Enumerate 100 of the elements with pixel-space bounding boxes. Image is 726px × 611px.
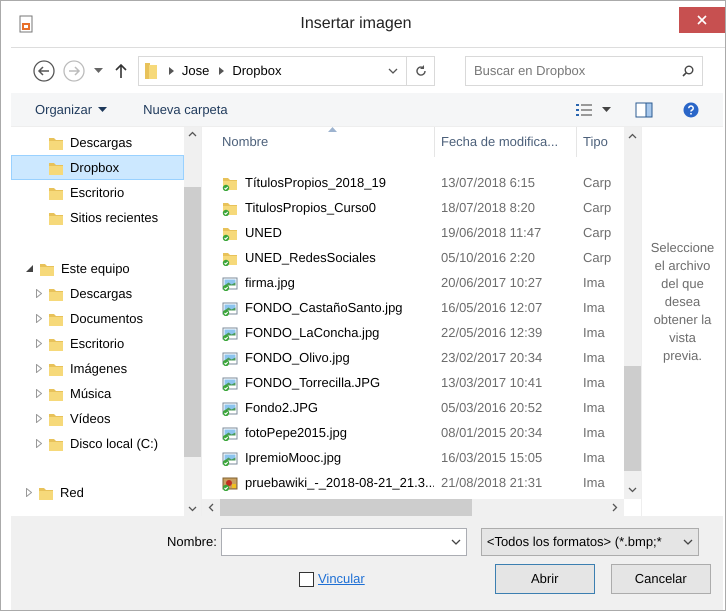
file-name: firma.jpg — [245, 274, 295, 292]
file-date: 18/07/2018 8:20 — [441, 198, 535, 217]
file-date: 19/06/2018 11:47 — [441, 224, 542, 242]
file-type: Ima — [583, 424, 605, 442]
file-type: Ima — [583, 274, 605, 292]
sidebar-item[interactable]: Red — [11, 480, 184, 505]
link-checkbox[interactable] — [299, 572, 314, 586]
chevron-down-icon — [388, 68, 398, 74]
file-name: UNED — [245, 224, 282, 242]
app-icon — [19, 15, 33, 33]
breadcrumb-item[interactable]: Jose — [182, 60, 210, 80]
sidebar-label: Escritorio — [70, 184, 124, 202]
close-icon — [697, 15, 707, 25]
scroll-down-icon — [628, 487, 637, 493]
file-name-field[interactable] — [220, 528, 467, 556]
sidebar-label: Este equipo — [61, 260, 130, 278]
file-name: FONDO_Olivo.jpg — [245, 348, 350, 367]
link-checkbox-label[interactable]: Vincular — [318, 569, 365, 589]
sidebar-label: Imágenes — [70, 360, 128, 378]
caret-icon — [94, 68, 103, 73]
new-folder-button[interactable]: Nueva carpeta — [143, 100, 228, 120]
refresh-icon — [414, 64, 426, 76]
sidebar-label: Documentos — [70, 310, 143, 328]
sidebar-item[interactable]: Dropbox — [11, 155, 184, 180]
breadcrumb-item[interactable]: Dropbox — [232, 60, 282, 80]
folder-icon — [142, 62, 159, 80]
sidebar-item[interactable]: Documentos — [11, 306, 184, 331]
file-date: 16/05/2016 12:07 — [441, 298, 542, 317]
sidebar-item[interactable]: Este equipo — [11, 256, 184, 281]
help-button[interactable] — [683, 102, 699, 118]
column-header[interactable]: Nombre — [202, 127, 434, 157]
chevron-right-icon — [219, 66, 224, 74]
sidebar-label: Descargas — [70, 134, 132, 152]
scroll-up-icon — [188, 131, 197, 137]
image-file-icon — [222, 300, 238, 316]
image-file-icon — [222, 400, 238, 416]
file-type: Ima — [583, 374, 605, 392]
scrollbar[interactable] — [184, 127, 201, 516]
file-date: 05/10/2016 2:20 — [441, 248, 535, 267]
file-date: 13/03/2017 10:41 — [441, 374, 542, 392]
scrollbar-thumb[interactable] — [624, 366, 641, 470]
image-file-icon — [222, 350, 238, 366]
sidebar-label: Música — [70, 384, 112, 403]
open-button[interactable]: Abrir — [494, 564, 595, 594]
sidebar-item[interactable]: Descargas — [11, 130, 184, 155]
file-name: UNED_RedesSociales — [245, 248, 376, 267]
file-name: TitulosPropios_Curso0 — [245, 198, 376, 217]
file-type: Ima — [583, 298, 605, 317]
back-button[interactable] — [33, 58, 56, 82]
sidebar-label: Escritorio — [70, 334, 124, 353]
file-type: Ima — [583, 448, 605, 467]
scrollbar-thumb[interactable] — [184, 186, 201, 456]
cancel-button[interactable]: Cancelar — [610, 564, 711, 594]
scrollbar-thumb[interactable] — [220, 499, 472, 516]
name-label: Nombre: — [167, 533, 217, 552]
caret-icon — [98, 107, 108, 112]
sidebar-item[interactable]: Música — [11, 381, 184, 406]
view-options-button[interactable] — [576, 102, 611, 116]
file-name: IpremioMooc.jpg — [245, 448, 342, 467]
organize-menu[interactable]: Organizar — [35, 100, 108, 120]
scroll-right-icon — [612, 503, 618, 512]
file-date: 23/02/2017 20:34 — [441, 348, 542, 367]
file-type-dropdown[interactable]: <Todos los formatos> (*.bmp;* — [480, 528, 699, 556]
sidebar-item[interactable]: Escritorio — [11, 180, 184, 205]
file-name: fotoPepe2015.jpg — [245, 424, 347, 442]
image-file-icon — [222, 424, 238, 440]
sidebar-item[interactable]: Imágenes — [11, 356, 184, 381]
forward-button[interactable] — [63, 58, 86, 82]
preview-pane-button[interactable] — [635, 102, 653, 118]
chevron-down-icon — [450, 539, 461, 545]
scroll-down-icon — [188, 506, 197, 512]
preview-message: Seleccione el archivo del que desea obtener la vista previa. — [650, 238, 716, 364]
file-type: Carp — [583, 224, 612, 242]
sidebar-item[interactable]: Vídeos — [11, 406, 184, 431]
file-date: 20/06/2017 10:27 — [441, 274, 542, 292]
window-title: Insertar imagen — [299, 14, 413, 34]
file-type: Carp — [583, 248, 612, 267]
picture-file-icon — [222, 474, 238, 490]
column-header[interactable]: Fecha de modifica... — [434, 127, 576, 157]
file-name: FONDO_Torrecilla.JPG — [245, 374, 380, 392]
chevron-down-icon — [682, 539, 693, 545]
horizontal-scrollbar[interactable] — [202, 499, 624, 516]
close-button[interactable] — [679, 7, 725, 33]
file-date: 05/03/2016 20:52 — [441, 398, 542, 417]
chevron-right-icon — [168, 66, 174, 74]
scroll-left-icon — [208, 503, 214, 512]
image-file-icon — [222, 324, 238, 340]
search-field[interactable]: Buscar en Dropbox — [465, 56, 703, 86]
address-bar[interactable]: Jose Dropbox — [138, 56, 435, 86]
sidebar-item[interactable]: Escritorio — [11, 331, 184, 356]
file-name: Fondo2.JPG — [245, 398, 318, 417]
sidebar-item[interactable]: Sitios recientes — [11, 205, 184, 230]
scrollbar[interactable] — [624, 127, 641, 499]
preview-pane-icon — [635, 102, 653, 118]
file-type: Ima — [583, 348, 605, 367]
caret-icon — [602, 107, 611, 112]
sidebar-label: Vídeos — [70, 410, 110, 428]
sidebar-item[interactable]: Disco local (C:) — [11, 431, 184, 456]
sidebar-item[interactable]: Descargas — [11, 281, 184, 306]
image-file-icon — [222, 374, 238, 390]
